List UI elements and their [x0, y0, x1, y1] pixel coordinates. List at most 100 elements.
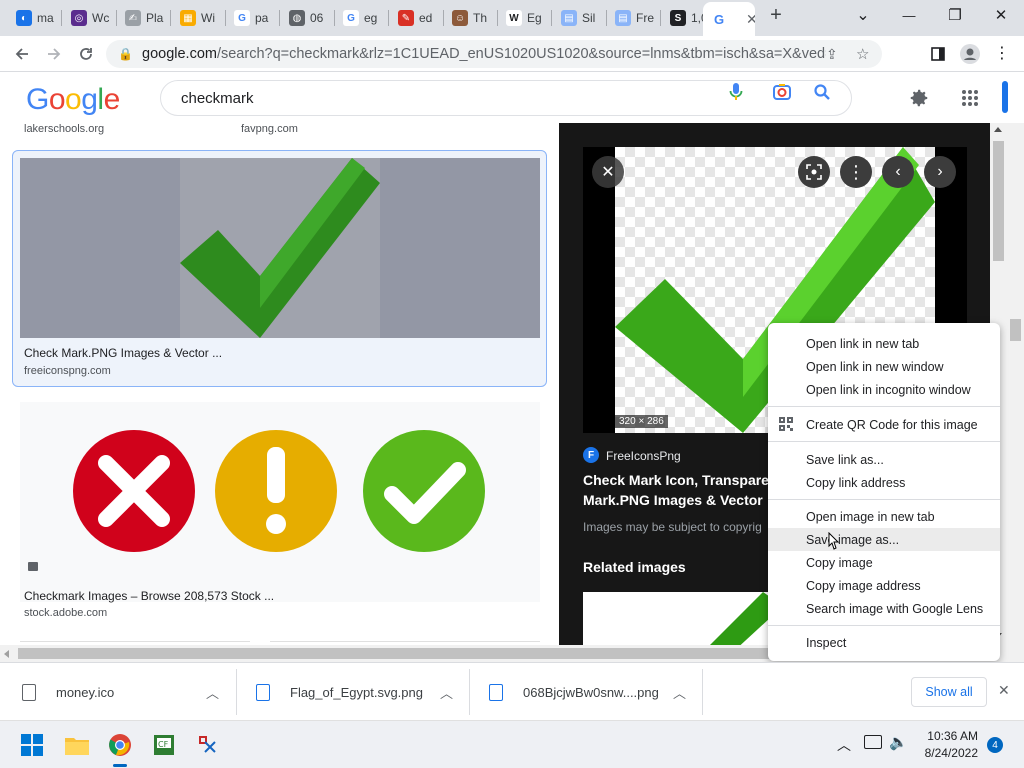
next-image-chevron-icon[interactable]: › [924, 156, 956, 188]
portrait-icon: ☺ [452, 10, 468, 26]
menu-inspect[interactable]: Inspect [768, 631, 1000, 654]
account-edge-indicator[interactable] [1002, 81, 1008, 113]
browser-toolbar: 🔒 google.com/search?q=checkmark&rlz=1C1U… [0, 36, 1024, 72]
download-item[interactable]: Flag_of_Egypt.svg.png ︿ [256, 663, 456, 721]
google-logo[interactable]: Google [26, 83, 120, 117]
snipping-tool-taskbar-icon[interactable] [192, 729, 224, 761]
tab-3[interactable]: ▦ Wi [172, 4, 226, 32]
close-preview-button[interactable]: ✕ [592, 156, 624, 188]
result-source[interactable]: stock.adobe.com [24, 607, 107, 619]
search-input[interactable]: checkmark [160, 80, 852, 116]
minimize-button[interactable]: — [886, 0, 932, 30]
lens-search-icon[interactable] [798, 156, 830, 188]
menu-open-link-new-window[interactable]: Open link in new window [768, 355, 1000, 378]
app-taskbar-icon[interactable]: CF [148, 729, 180, 761]
image-result-card[interactable] [20, 402, 540, 602]
menu-copy-link-address[interactable]: Copy link address [768, 471, 1000, 494]
tab-8[interactable]: ☺ Th [444, 4, 498, 32]
profile-button[interactable] [956, 40, 984, 68]
search-submit-icon[interactable] [811, 81, 833, 103]
download-item[interactable]: money.ico ︿ [22, 663, 222, 721]
result-source[interactable]: freeiconspng.com [24, 365, 111, 377]
logo-letter: g [81, 83, 98, 116]
scrollbar-thumb[interactable] [1010, 319, 1021, 341]
image-result-card-selected[interactable]: Check Mark.PNG Images & Vector ... freei… [12, 150, 547, 387]
tab-11[interactable]: ▤ Fre [607, 4, 661, 32]
preview-site-name[interactable]: FreeIconsPng [606, 449, 681, 463]
menu-create-qr-code[interactable]: Create QR Code for this image [768, 413, 1000, 436]
restore-button[interactable]: ❐ [932, 0, 978, 30]
menu-separator [768, 406, 1000, 407]
network-icon[interactable] [864, 735, 882, 749]
close-tab-icon[interactable]: ✕ [746, 11, 755, 28]
preview-title-line2[interactable]: Mark.PNG Images & Vector [583, 492, 763, 508]
reload-icon [80, 48, 92, 60]
show-all-downloads-button[interactable]: Show all [911, 677, 987, 707]
side-panel-button[interactable] [924, 40, 952, 68]
new-tab-button[interactable]: + [756, 0, 796, 30]
tab-2[interactable]: ✍ Pla [117, 4, 171, 32]
chevron-up-icon[interactable]: ︿ [206, 683, 219, 702]
settings-gear-icon[interactable] [906, 85, 932, 111]
qr-code-icon [779, 417, 793, 431]
related-image-thumb[interactable] [583, 592, 783, 645]
tab-6[interactable]: Geg [335, 4, 389, 32]
chevron-up-icon[interactable]: ︿ [673, 683, 686, 702]
address-bar[interactable]: 🔒 google.com/search?q=checkmark&rlz=1C1U… [106, 40, 882, 68]
forward-button[interactable] [40, 40, 68, 68]
result-source-lakerschools[interactable]: lakerschools.org [24, 123, 104, 135]
tab-4[interactable]: Gpa [226, 4, 280, 32]
menu-search-google-lens[interactable]: Search image with Google Lens [768, 597, 1000, 620]
result-thumbnail[interactable] [20, 158, 540, 338]
google-lens-camera-icon[interactable] [771, 81, 793, 103]
volume-icon[interactable]: 🔈 [889, 733, 908, 751]
scroll-left-arrow-icon[interactable] [4, 650, 9, 658]
image-dimensions-label: 320 × 286 [615, 415, 668, 428]
chevron-up-icon[interactable]: ︿ [440, 683, 453, 702]
clock-time[interactable]: 10:36 AM [926, 729, 978, 743]
reload-button[interactable] [72, 40, 100, 68]
menu-copy-image[interactable]: Copy image [768, 551, 1000, 574]
voice-search-mic-icon[interactable] [725, 81, 747, 103]
tab-10[interactable]: ▤ Sil [553, 4, 607, 32]
chrome-taskbar-icon[interactable] [104, 729, 136, 767]
window-close-button[interactable]: ✕ [978, 0, 1024, 30]
outer-vertical-scrollbar[interactable] [1007, 123, 1024, 645]
tab-active-google[interactable]: G ✕ [703, 2, 755, 36]
tab-0[interactable]: ◐ ma [8, 4, 62, 32]
tab-7[interactable]: ✎ ed [390, 4, 444, 32]
menu-copy-image-address[interactable]: Copy image address [768, 574, 1000, 597]
close-downloads-bar-icon[interactable]: ✕ [998, 682, 1010, 699]
menu-open-image-new-tab[interactable]: Open image in new tab [768, 505, 1000, 528]
menu-open-link-new-tab[interactable]: Open link in new tab [768, 332, 1000, 355]
search-query-text: checkmark [181, 89, 254, 107]
scroll-up-arrow-icon[interactable] [994, 127, 1002, 132]
menu-save-image-as[interactable]: Save image as... [768, 528, 1000, 551]
tab-9[interactable]: W Eg [498, 4, 552, 32]
file-explorer-taskbar-icon[interactable] [61, 729, 93, 761]
tab-5[interactable]: ◍ 06 [281, 4, 335, 32]
logo-letter: G [26, 83, 49, 116]
more-options-icon[interactable]: ⋮ [840, 156, 872, 188]
tab-search-chevron-icon[interactable]: ⌄ [840, 0, 886, 30]
menu-save-link-as[interactable]: Save link as... [768, 448, 1000, 471]
back-arrow-icon [15, 48, 28, 60]
result-source-favpng[interactable]: favpng.com [241, 123, 298, 135]
google-apps-grid-icon[interactable] [957, 85, 983, 111]
chrome-menu-button[interactable]: ⋮ [988, 40, 1016, 68]
windows-start-button[interactable] [16, 729, 48, 761]
result-title[interactable]: Checkmark Images – Browse 208,573 Stock … [24, 589, 274, 603]
back-button[interactable] [8, 40, 36, 68]
notification-badge[interactable]: 4 [987, 737, 1003, 753]
previous-image-chevron-icon[interactable]: ‹ [882, 156, 914, 188]
result-title[interactable]: Check Mark.PNG Images & Vector ... [24, 346, 222, 360]
share-icon[interactable]: ⇪ [826, 46, 856, 63]
tray-chevron-up-icon[interactable]: ︿ [837, 735, 851, 755]
tab-1[interactable]: ◎ Wc [63, 4, 117, 32]
menu-open-link-incognito[interactable]: Open link in incognito window [768, 378, 1000, 401]
preview-title-line1[interactable]: Check Mark Icon, Transpare [583, 472, 769, 488]
clock-date[interactable]: 8/24/2022 [918, 746, 978, 760]
bookmark-star-icon[interactable]: ☆ [856, 45, 882, 63]
download-item[interactable]: 068BjcjwBw0snw....png ︿ [489, 663, 689, 721]
scrollbar-thumb[interactable] [993, 141, 1004, 261]
